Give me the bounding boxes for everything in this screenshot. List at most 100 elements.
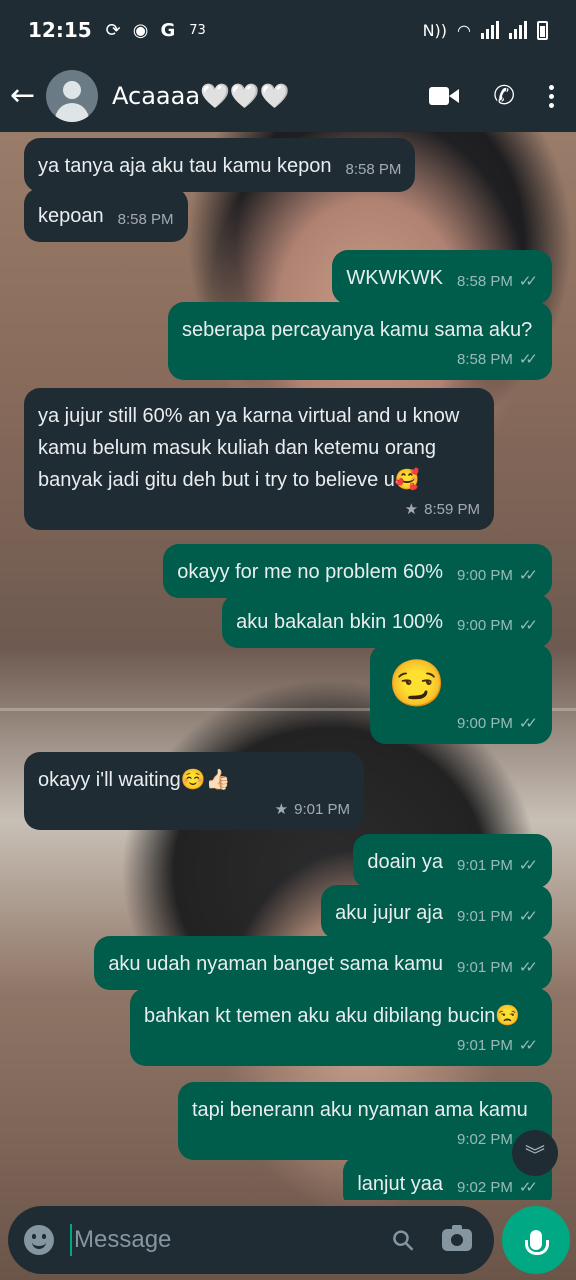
message-bubble-outgoing[interactable]: aku bakalan bkin 100% 9:00 PM ✓✓ — [222, 594, 552, 648]
message-text: aku jujur aja — [335, 902, 443, 924]
scroll-to-bottom-button[interactable]: ︾ — [512, 1130, 558, 1176]
message-text: okayy for me no problem 60% — [177, 561, 443, 583]
camera-icon[interactable] — [442, 1225, 472, 1251]
message-bubble-incoming[interactable]: kepoan 8:58 PM — [24, 188, 188, 242]
signal-icon-2 — [509, 21, 527, 39]
message-bubble-outgoing[interactable]: doain ya 9:01 PM ✓✓ — [353, 834, 552, 888]
status-time: 12:15 — [28, 18, 92, 42]
message-meta: 9:01 PM ✓✓ — [457, 856, 538, 876]
message-time: 9:02 PM — [456, 1179, 513, 1196]
double-check-icon: ✓✓ — [518, 715, 538, 732]
message-time: 8:59 PM — [424, 501, 480, 518]
double-check-icon: ✓✓ — [518, 273, 538, 290]
message-text: okayy i'll waiting☺️👍🏻 — [38, 769, 231, 791]
message-time: 9:00 PM — [456, 617, 513, 634]
signal-icon — [481, 21, 499, 39]
back-arrow-icon[interactable]: ← — [10, 81, 40, 111]
message-meta: 9:01 PM ✓✓ — [158, 1036, 538, 1056]
message-text: WKWKWK — [346, 267, 443, 289]
double-check-icon: ✓✓ — [518, 857, 538, 874]
message-time: 9:00 PM — [456, 715, 513, 732]
message-time: 9:02 PM — [456, 1131, 513, 1148]
voice-message-button[interactable] — [502, 1206, 570, 1274]
message-time: 9:01 PM — [456, 857, 513, 874]
message-bubble-outgoing[interactable]: tapi benerann aku nyaman ama kamu 9:02 P… — [178, 1082, 552, 1160]
message-emoji: 😏 — [388, 657, 446, 709]
message-input[interactable] — [74, 1226, 394, 1254]
message-time: 9:01 PM — [456, 1037, 513, 1054]
emoji-icon[interactable] — [24, 1225, 54, 1255]
wifi-icon: ◠ — [457, 20, 471, 40]
message-meta: 9:00 PM ✓✓ — [457, 616, 538, 636]
contact-name[interactable]: Acaaaa🤍🤍🤍 — [112, 82, 395, 110]
message-meta: 9:02 PM ✓✓ — [457, 1178, 538, 1198]
message-time: 9:01 PM — [294, 801, 350, 818]
message-text: seberapa percayanya kamu sama aku? — [182, 319, 533, 341]
message-meta: 8:58 PM ✓✓ — [196, 350, 538, 370]
chat-header: ← Acaaaa🤍🤍🤍 ✆ — [0, 60, 576, 132]
message-meta: 9:01 PM ✓✓ — [457, 958, 538, 978]
message-text: ya jujur still 60% an ya karna virtual a… — [38, 405, 460, 491]
message-time: 9:01 PM — [456, 908, 513, 925]
message-meta: 9:01 PM ✓✓ — [457, 907, 538, 927]
star-icon: ★ — [274, 801, 289, 818]
message-text: doain ya — [367, 851, 443, 873]
double-check-icon: ✓✓ — [518, 959, 538, 976]
double-check-icon: ✓✓ — [518, 1179, 538, 1196]
battery-icon — [537, 20, 548, 40]
message-meta: 9:00 PM ✓✓ — [398, 714, 538, 734]
message-meta: ★ 8:59 PM — [52, 500, 480, 520]
message-text: ya tanya aja aku tau kamu kepon — [38, 155, 332, 177]
status-right-icons: N)) ◠ — [422, 20, 548, 40]
app-icon: ◉ — [132, 19, 149, 41]
message-bubble-outgoing[interactable]: aku udah nyaman banget sama kamu 9:01 PM… — [94, 936, 552, 990]
double-check-icon: ✓✓ — [518, 567, 538, 584]
message-bubble-outgoing[interactable]: seberapa percayanya kamu sama aku? 8:58 … — [168, 302, 552, 380]
message-meta: 8:58 PM ✓✓ — [457, 272, 538, 292]
message-text: kepoan — [38, 205, 104, 227]
message-text: lanjut yaa — [357, 1173, 443, 1195]
more-options-icon[interactable] — [549, 84, 554, 108]
message-text: aku udah nyaman banget sama kamu — [108, 953, 443, 975]
message-text: aku bakalan bkin 100% — [236, 611, 443, 633]
star-icon: ★ — [404, 501, 419, 518]
message-time: 8:58 PM — [456, 351, 513, 368]
voice-call-icon[interactable]: ✆ — [493, 81, 515, 111]
message-meta: ★ 9:01 PM — [52, 800, 350, 820]
double-check-icon: ✓✓ — [518, 617, 538, 634]
message-bubble-outgoing[interactable]: 😏 9:00 PM ✓✓ — [370, 644, 552, 744]
double-check-icon: ✓✓ — [518, 351, 538, 368]
avatar[interactable] — [46, 70, 98, 122]
message-bubble-outgoing[interactable]: WKWKWK 8:58 PM ✓✓ — [332, 250, 552, 304]
message-bubble-incoming[interactable]: ya tanya aja aku tau kamu kepon 8:58 PM — [24, 138, 416, 192]
message-text: bahkan kt temen aku aku dibilang bucin😒 — [144, 1005, 521, 1027]
double-chevron-down-icon: ︾ — [525, 1142, 545, 1167]
message-composer: ⚲ — [8, 1206, 494, 1274]
message-list[interactable]: ya tanya aja aku tau kamu kepon 8:58 PM … — [0, 132, 576, 1200]
message-time: 9:01 PM — [456, 959, 513, 976]
message-bubble-incoming[interactable]: ya jujur still 60% an ya karna virtual a… — [24, 388, 494, 530]
nfc-icon: N)) — [422, 20, 448, 40]
notification-count: 73 — [189, 22, 206, 38]
message-text: tapi benerann aku nyaman ama kamu — [192, 1099, 528, 1121]
microphone-icon — [525, 1230, 549, 1255]
message-time: 8:58 PM — [117, 211, 174, 228]
message-bubble-outgoing[interactable]: okayy for me no problem 60% 9:00 PM ✓✓ — [163, 544, 552, 598]
message-meta: 8:58 PM — [346, 160, 402, 180]
video-call-icon[interactable] — [429, 86, 459, 106]
message-bubble-outgoing[interactable]: aku jujur aja 9:01 PM ✓✓ — [321, 885, 552, 939]
google-icon: G — [160, 19, 176, 41]
message-bubble-outgoing[interactable]: bahkan kt temen aku aku dibilang bucin😒 … — [130, 988, 552, 1066]
data-saver-icon: ⟳ — [105, 19, 121, 41]
double-check-icon: ✓✓ — [518, 908, 538, 925]
double-check-icon: ✓✓ — [518, 1037, 538, 1054]
message-time: 8:58 PM — [345, 161, 402, 178]
message-bubble-incoming[interactable]: okayy i'll waiting☺️👍🏻 ★ 9:01 PM — [24, 752, 364, 830]
status-bar: 12:15 ⟳ ◉ G 73 N)) ◠ — [0, 0, 576, 60]
text-caret — [70, 1224, 72, 1256]
message-time: 9:00 PM — [456, 567, 513, 584]
message-meta: 9:02 PM✓✓ — [206, 1130, 538, 1150]
message-meta: 8:58 PM — [118, 210, 174, 230]
message-time: 8:58 PM — [456, 273, 513, 290]
message-meta: 9:00 PM ✓✓ — [457, 566, 538, 586]
